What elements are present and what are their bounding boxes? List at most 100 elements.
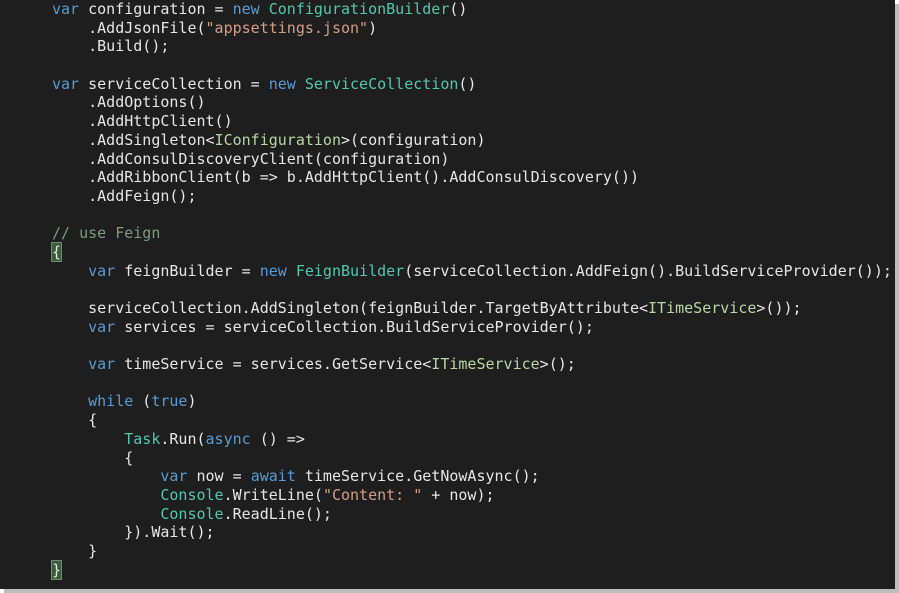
code-token: IConfiguration xyxy=(214,130,341,149)
code-token: feignBuilder = xyxy=(115,261,260,280)
code-token: services = serviceCollection.BuildServic… xyxy=(115,317,594,336)
code-token: async xyxy=(205,429,251,448)
code-line: .AddOptions() xyxy=(52,93,892,112)
code-token: true xyxy=(151,392,188,411)
frame-shadow-bottom xyxy=(4,589,899,593)
code-token: var xyxy=(52,0,80,18)
code-token: .AddOptions() xyxy=(52,93,206,112)
code-token: serviceCollection.AddSingleton(feignBuil… xyxy=(52,299,649,317)
code-token: ConfigurationBuilder xyxy=(268,0,450,18)
code-line: .AddJsonFile("appsettings.json") xyxy=(52,19,892,38)
code-token: "appsettings.json" xyxy=(205,18,369,37)
code-token: () xyxy=(458,74,477,93)
code-token: .AddHttpClient() xyxy=(52,112,233,131)
code-token: timeService.GetNowAsync(); xyxy=(295,467,540,486)
code-token: ( xyxy=(133,392,152,411)
code-line: .AddConsulDiscoveryClient(configuration) xyxy=(52,150,892,169)
code-token: (serviceCollection.AddFeign().BuildServi… xyxy=(404,261,892,280)
code-token: var xyxy=(160,467,188,486)
code-token: Console xyxy=(160,504,224,523)
code-token: configuration = xyxy=(79,0,233,18)
code-line: Console.WriteLine("Content: " + now); xyxy=(52,486,892,505)
code-token: .AddRibbonClient(b => b.AddHttpClient().… xyxy=(52,168,639,187)
code-line: .AddFeign(); xyxy=(52,187,892,206)
code-text-area[interactable]: var configuration = new ConfigurationBui… xyxy=(50,0,892,580)
code-token: .WriteLine( xyxy=(223,485,323,504)
code-token: () xyxy=(449,0,468,18)
code-token: .AddConsulDiscoveryClient(configuration) xyxy=(52,149,450,168)
code-token: Task xyxy=(124,429,161,448)
code-line: .Build(); xyxy=(52,37,892,56)
code-token: new xyxy=(232,0,260,18)
code-token: ServiceCollection xyxy=(304,74,459,93)
code-token: ) xyxy=(368,18,378,37)
code-line: serviceCollection.AddSingleton(feignBuil… xyxy=(52,299,892,318)
code-line: while (true) xyxy=(52,392,892,411)
code-token: new xyxy=(268,74,296,93)
code-token: var xyxy=(88,317,116,336)
code-line: } xyxy=(52,542,892,561)
code-token: () => xyxy=(250,429,305,448)
code-line: Console.ReadLine(); xyxy=(52,505,892,524)
code-token: }).Wait(); xyxy=(52,523,215,542)
code-line: // use Feign xyxy=(52,224,892,243)
code-token: var xyxy=(52,74,80,93)
code-line: }).Wait(); xyxy=(52,523,892,542)
code-line: { xyxy=(52,449,892,468)
code-token: var xyxy=(88,355,116,374)
code-token: serviceCollection = xyxy=(79,74,269,93)
code-token: Console xyxy=(160,485,224,504)
code-editor[interactable]: var configuration = new ConfigurationBui… xyxy=(0,0,895,589)
code-line: Task.Run(async () => xyxy=(52,430,892,449)
code-token: .AddJsonFile( xyxy=(52,18,206,37)
matched-brace: { xyxy=(50,241,63,262)
code-token: .Build(); xyxy=(52,37,170,56)
code-token: ) xyxy=(187,392,197,411)
code-token: new xyxy=(259,261,287,280)
code-token: await xyxy=(250,467,296,486)
code-line: { xyxy=(50,241,892,262)
code-token: now = xyxy=(187,467,251,486)
code-line: { xyxy=(52,411,892,430)
code-token: .ReadLine(); xyxy=(223,504,332,523)
code-line: .AddRibbonClient(b => b.AddHttpClient().… xyxy=(52,168,892,187)
code-line: } xyxy=(50,559,892,580)
code-line: var configuration = new ConfigurationBui… xyxy=(52,0,892,19)
code-line: var timeService = services.GetService<IT… xyxy=(52,355,892,374)
code-line: var serviceCollection = new ServiceColle… xyxy=(52,75,892,94)
code-line: var feignBuilder = new FeignBuilder(serv… xyxy=(52,262,892,281)
code-token: { xyxy=(52,448,134,467)
code-line: .AddHttpClient() xyxy=(52,112,892,131)
code-token: .AddSingleton< xyxy=(52,130,215,149)
code-line: var services = serviceCollection.BuildSe… xyxy=(52,318,892,337)
code-token: } xyxy=(52,541,98,560)
code-token: >(); xyxy=(539,355,576,374)
code-line: .AddSingleton<IConfiguration>(configurat… xyxy=(52,131,892,150)
code-token: .AddFeign(); xyxy=(52,186,197,205)
code-comment: // use Feign xyxy=(52,224,161,243)
code-token: >(configuration) xyxy=(341,130,486,149)
code-token: { xyxy=(52,411,98,430)
code-token: while xyxy=(88,392,134,411)
code-line: var now = await timeService.GetNowAsync(… xyxy=(52,467,892,486)
code-token: + now); xyxy=(422,485,495,504)
code-token: .Run( xyxy=(160,429,206,448)
code-token: var xyxy=(88,261,116,280)
code-token: "Content: " xyxy=(322,485,423,504)
frame-shadow-right xyxy=(895,4,899,593)
